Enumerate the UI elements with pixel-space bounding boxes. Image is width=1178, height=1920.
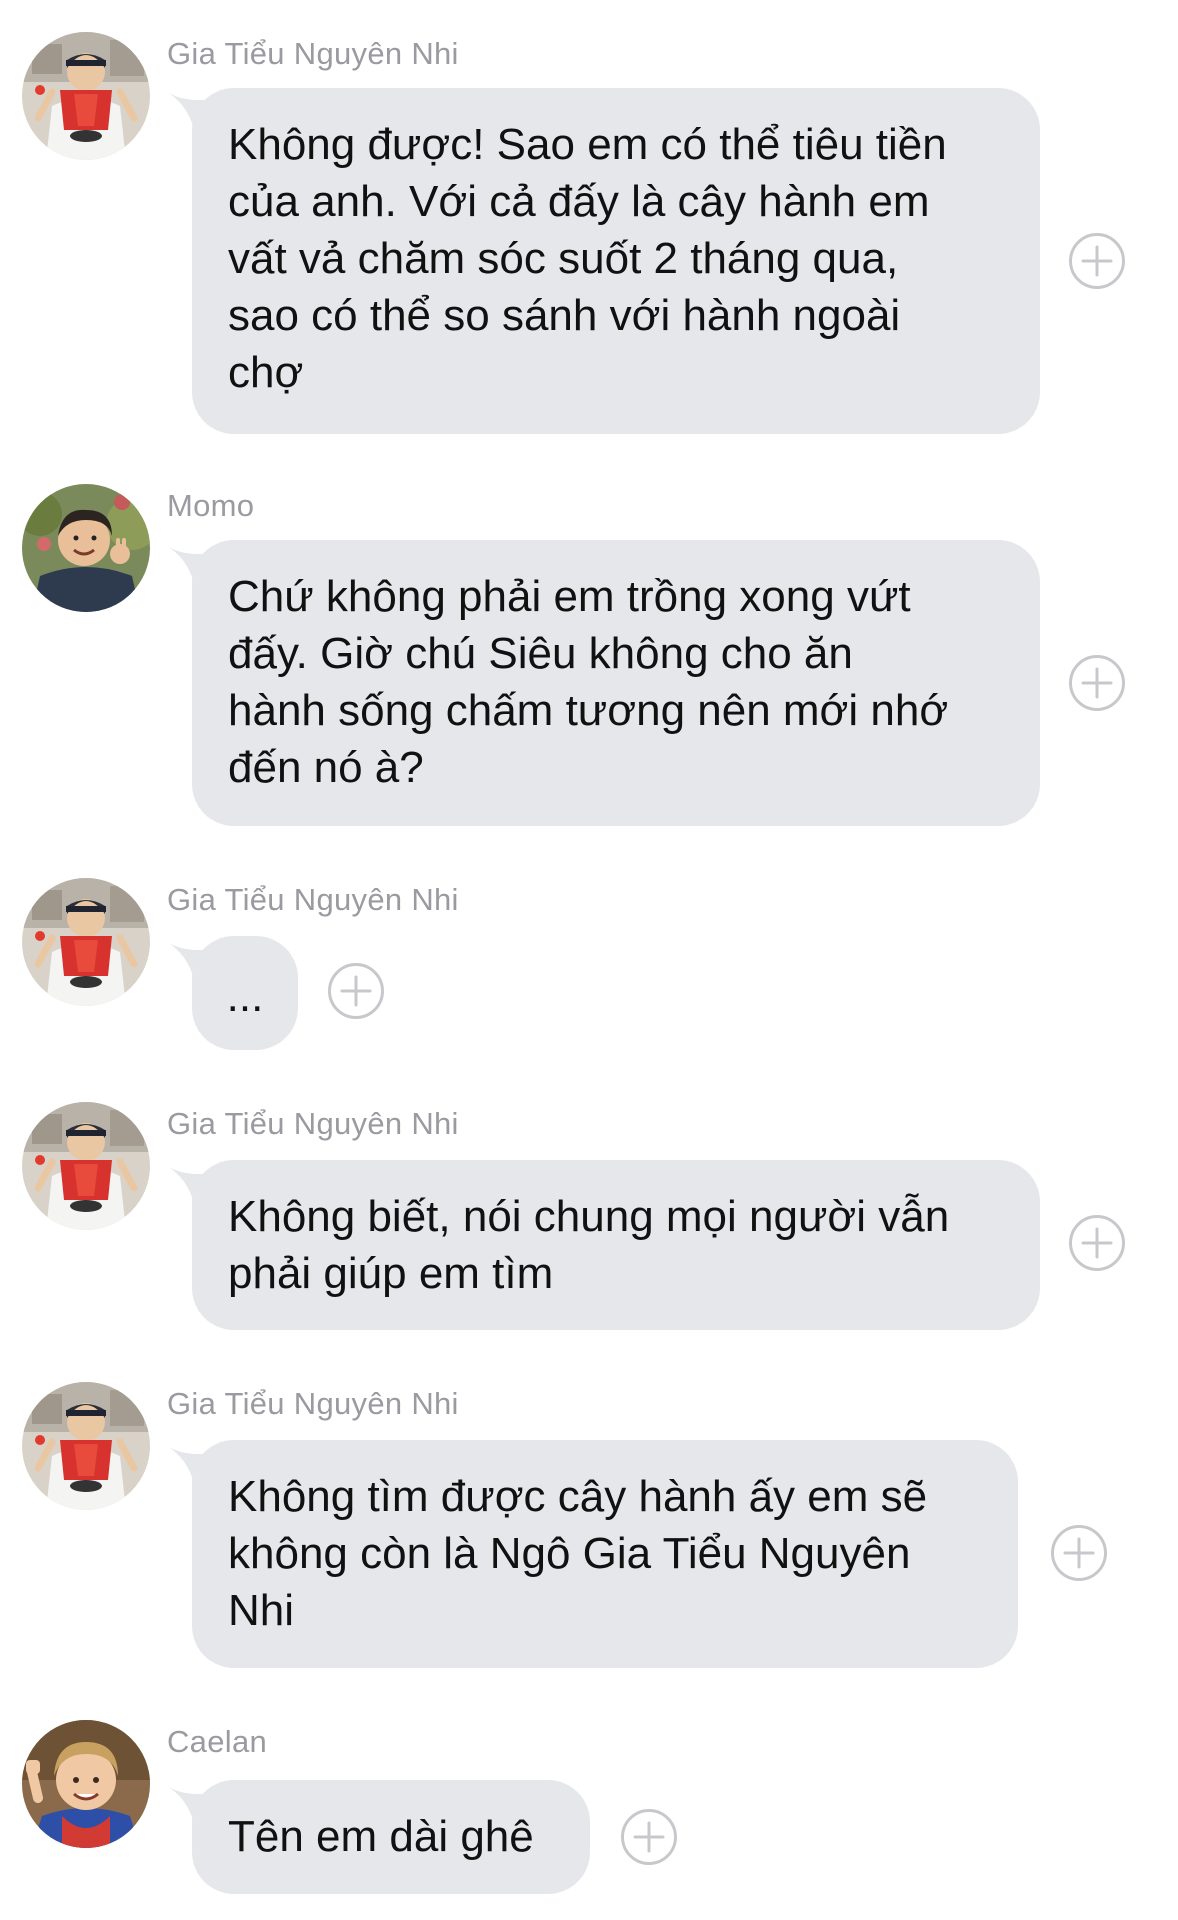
message-bubble[interactable]: Chứ không phải em trồng xong vứt đấy. Gi…	[192, 540, 1040, 826]
message-text: Không biết, nói chung mọi người vẫn phải…	[228, 1192, 950, 1298]
avatar[interactable]	[22, 32, 150, 160]
message-text: Tên em dài ghê	[228, 1812, 534, 1861]
avatar[interactable]	[22, 1720, 150, 1848]
message-text: Không tìm được cây hành ấy em sẽ không c…	[228, 1472, 928, 1635]
add-reaction-icon[interactable]	[1068, 1214, 1126, 1272]
add-reaction-icon[interactable]	[620, 1808, 678, 1866]
message-bubble[interactable]: Tên em dài ghê	[192, 1780, 590, 1894]
message-text: ...	[226, 972, 264, 1021]
sender-name: Gia Tiểu Nguyên Nhi	[167, 1106, 459, 1141]
message-bubble[interactable]: Không biết, nói chung mọi người vẫn phải…	[192, 1160, 1040, 1330]
message-text: Không được! Sao em có thể tiêu tiền của …	[228, 120, 947, 397]
add-reaction-icon[interactable]	[1068, 654, 1126, 712]
add-reaction-icon[interactable]	[1050, 1524, 1108, 1582]
avatar[interactable]	[22, 878, 150, 1006]
message-bubble[interactable]: Không tìm được cây hành ấy em sẽ không c…	[192, 1440, 1018, 1668]
add-reaction-icon[interactable]	[327, 962, 385, 1020]
sender-name: Caelan	[167, 1724, 268, 1759]
sender-name: Gia Tiểu Nguyên Nhi	[167, 1386, 459, 1421]
sender-name: Momo	[167, 488, 255, 523]
sender-name: Gia Tiểu Nguyên Nhi	[167, 882, 459, 917]
sender-name: Gia Tiểu Nguyên Nhi	[167, 36, 459, 71]
chat-thread: Gia Tiểu Nguyên Nhi Không được! Sao em c…	[0, 0, 1178, 1920]
avatar[interactable]	[22, 1102, 150, 1230]
message-bubble[interactable]: Không được! Sao em có thể tiêu tiền của …	[192, 88, 1040, 434]
avatar[interactable]	[22, 484, 150, 612]
message-text: Chứ không phải em trồng xong vứt đấy. Gi…	[228, 572, 949, 792]
add-reaction-icon[interactable]	[1068, 232, 1126, 290]
avatar[interactable]	[22, 1382, 150, 1510]
message-bubble[interactable]: ...	[192, 936, 298, 1050]
